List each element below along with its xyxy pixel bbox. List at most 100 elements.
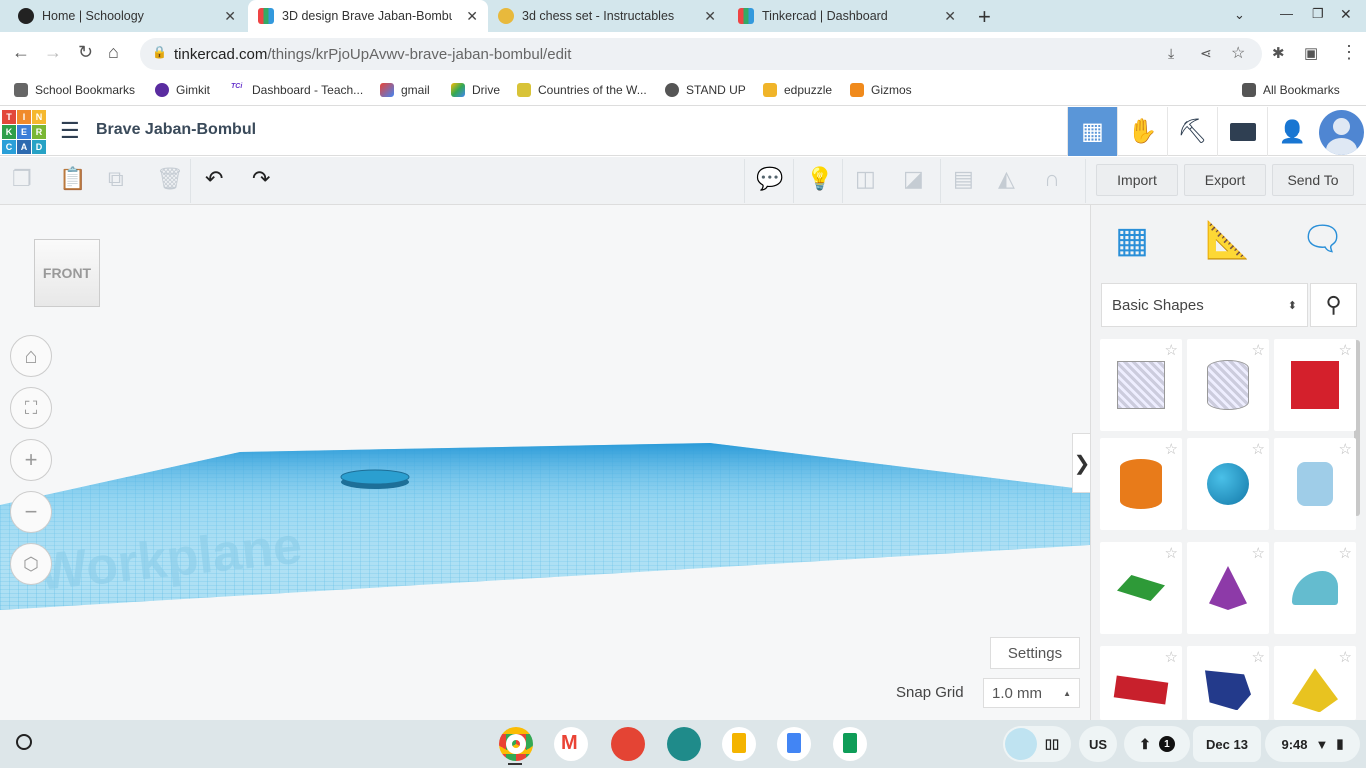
holding-space-tray[interactable]: ▯▯ [1003,726,1071,762]
launcher-icon[interactable] [16,734,32,750]
favorite-star-icon[interactable]: ☆ [1165,440,1178,458]
share-icon[interactable]: ⋖ [1200,45,1212,62]
close-tab-icon[interactable]: ✕ [466,8,478,25]
fit-view-button[interactable]: ⛶ [10,387,52,429]
bookmark-dashboard[interactable]: TCi Dashboard - Teach... [231,83,363,97]
favorite-star-icon[interactable]: ☆ [1339,648,1352,666]
undo-icon[interactable]: ↶ [205,166,223,192]
bookmark-standup[interactable]: STAND UP [665,83,746,97]
reload-icon[interactable]: ↻ [78,42,93,63]
tab-instructables[interactable]: 3d chess set - Instructables ✕ [488,0,726,32]
home-icon[interactable]: ⌂ [108,42,119,63]
shape-polygon[interactable]: ☆ [1187,646,1269,720]
chrome-app-icon[interactable] [499,727,533,761]
export-button[interactable]: Export [1184,164,1266,196]
tinkercad-logo[interactable]: T I N K E R C A D [2,110,46,154]
close-tab-icon[interactable]: ✕ [704,8,716,25]
notification-tray[interactable]: ⬆ 1 [1124,726,1190,762]
tab-schoology[interactable]: Home | Schoology ✕ [8,0,246,32]
mirror-icon[interactable]: ◭ [998,166,1015,192]
favorite-star-icon[interactable]: ☆ [1165,341,1178,359]
shape-cylinder[interactable]: ☆ [1187,339,1269,431]
sheets-app-icon[interactable] [833,727,867,761]
url-input[interactable]: 🔒 tinkercad.com/things/krPjoUpAvwv-brave… [140,38,1262,70]
send-to-button[interactable]: Send To [1272,164,1354,196]
view-cube[interactable]: FRONT [34,239,100,307]
canvas-app-icon[interactable] [611,727,645,761]
forward-icon[interactable]: → [44,42,62,63]
favorite-star-icon[interactable]: ☆ [1252,648,1265,666]
3d-workspace[interactable]: Workplane FRONT ⌂ ⛶ + − ⬡ ❯ Settings Sna… [0,205,1090,720]
tab-search-icon[interactable]: ⌄ [1234,7,1245,23]
shape-search-button[interactable]: ⚲ [1310,283,1357,327]
bookmark-gizmos[interactable]: Gizmos [850,83,912,97]
all-bookmarks[interactable]: All Bookmarks [1242,83,1340,97]
favorite-star-icon[interactable]: ☆ [1252,440,1265,458]
copy-icon[interactable]: ❐ [12,166,32,192]
zoom-in-button[interactable]: + [10,439,52,481]
favorite-star-icon[interactable]: ☆ [1252,341,1265,359]
extensions-icon[interactable]: ✱ [1272,44,1285,62]
gmail-app-icon[interactable]: M [554,727,588,761]
paste-icon[interactable]: 📋 [59,166,86,192]
favorite-star-icon[interactable]: ☆ [1339,341,1352,359]
cylinder-object[interactable] [340,469,410,485]
zoom-out-button[interactable]: − [10,491,52,533]
shape-cone[interactable]: ☆ [1187,542,1269,634]
import-button[interactable]: Import [1096,164,1178,196]
3d-design-view-button[interactable]: ▦ [1067,107,1117,156]
shape-roof[interactable]: ☆ [1100,542,1182,634]
magnet-icon[interactable]: ∩ [1044,166,1060,192]
design-list-icon[interactable]: ☰ [60,118,80,144]
close-window-icon[interactable]: ✕ [1340,6,1352,23]
close-tab-icon[interactable]: ✕ [944,8,956,25]
shape-pyramid[interactable]: ☆ [1274,646,1356,720]
home-view-button[interactable]: ⌂ [10,335,52,377]
favorite-star-icon[interactable]: ☆ [1165,648,1178,666]
bricks-view-button[interactable]: ⛏ [1167,107,1217,156]
shape-round-roof[interactable]: ☆ [1274,542,1356,634]
delete-icon[interactable]: 🗑 [156,166,184,192]
install-icon[interactable]: ⤓ [1168,45,1174,62]
tab-tinkercad-dashboard[interactable]: Tinkercad | Dashboard ✕ [728,0,966,32]
collapse-panel-button[interactable]: ❯ [1072,433,1090,493]
tab-tinkercad-design[interactable]: 3D design Brave Jaban-Bombul ✕ [248,0,488,32]
avatar[interactable] [1319,110,1364,155]
design-title[interactable]: Brave Jaban-Bombul [96,121,256,139]
bookmark-gmail[interactable]: gmail [380,83,430,97]
perspective-button[interactable]: ⬡ [10,543,52,585]
blocks-view-button[interactable]: ✋ [1117,107,1167,156]
lightbulb-icon[interactable]: 💡 [806,166,833,192]
slides-app-icon[interactable] [722,727,756,761]
input-method-button[interactable]: US [1079,726,1117,762]
redo-icon[interactable]: ↷ [252,166,270,192]
align-icon[interactable]: ▤ [953,166,974,192]
menu-icon[interactable]: ⋮ [1340,42,1358,63]
shape-sphere[interactable]: ☆ [1187,438,1269,530]
shape-box[interactable]: ☆ [1100,339,1182,431]
new-tab-icon[interactable]: + [978,4,991,30]
workplane-tool-icon[interactable]: ▦ [1115,219,1149,261]
shape-cylinder[interactable]: ☆ [1100,438,1182,530]
shape-library-select[interactable]: Basic Shapes ⬍ [1101,283,1308,327]
group-icon[interactable]: ◫ [855,166,876,192]
shape-text[interactable]: ☆ [1100,646,1182,720]
restore-icon[interactable]: ❐ [1312,6,1324,22]
bookmark-gimkit[interactable]: Gimkit [155,83,210,97]
bookmark-school[interactable]: School Bookmarks [14,83,135,97]
system-tray[interactable]: 9:48 ▼ ▮ [1265,726,1360,762]
date-button[interactable]: Dec 13 [1193,726,1261,762]
shape-box[interactable]: ☆ [1274,339,1356,431]
favorite-star-icon[interactable]: ☆ [1339,544,1352,562]
minimize-icon[interactable]: — [1280,6,1293,21]
settings-button[interactable]: Settings [990,637,1080,669]
ungroup-icon[interactable]: ◪ [903,166,924,192]
duplicate-icon[interactable]: ⧉ [108,166,124,192]
notes-toggle-icon[interactable]: 💬 [756,166,783,192]
bookmark-drive[interactable]: Drive [451,83,500,97]
favorite-star-icon[interactable]: ☆ [1165,544,1178,562]
invite-user-button[interactable]: 👤 [1267,107,1317,156]
workplane[interactable]: Workplane [0,205,1090,720]
classroom-app-icon[interactable] [667,727,701,761]
ruler-tool-icon[interactable]: 📐 [1205,219,1250,261]
